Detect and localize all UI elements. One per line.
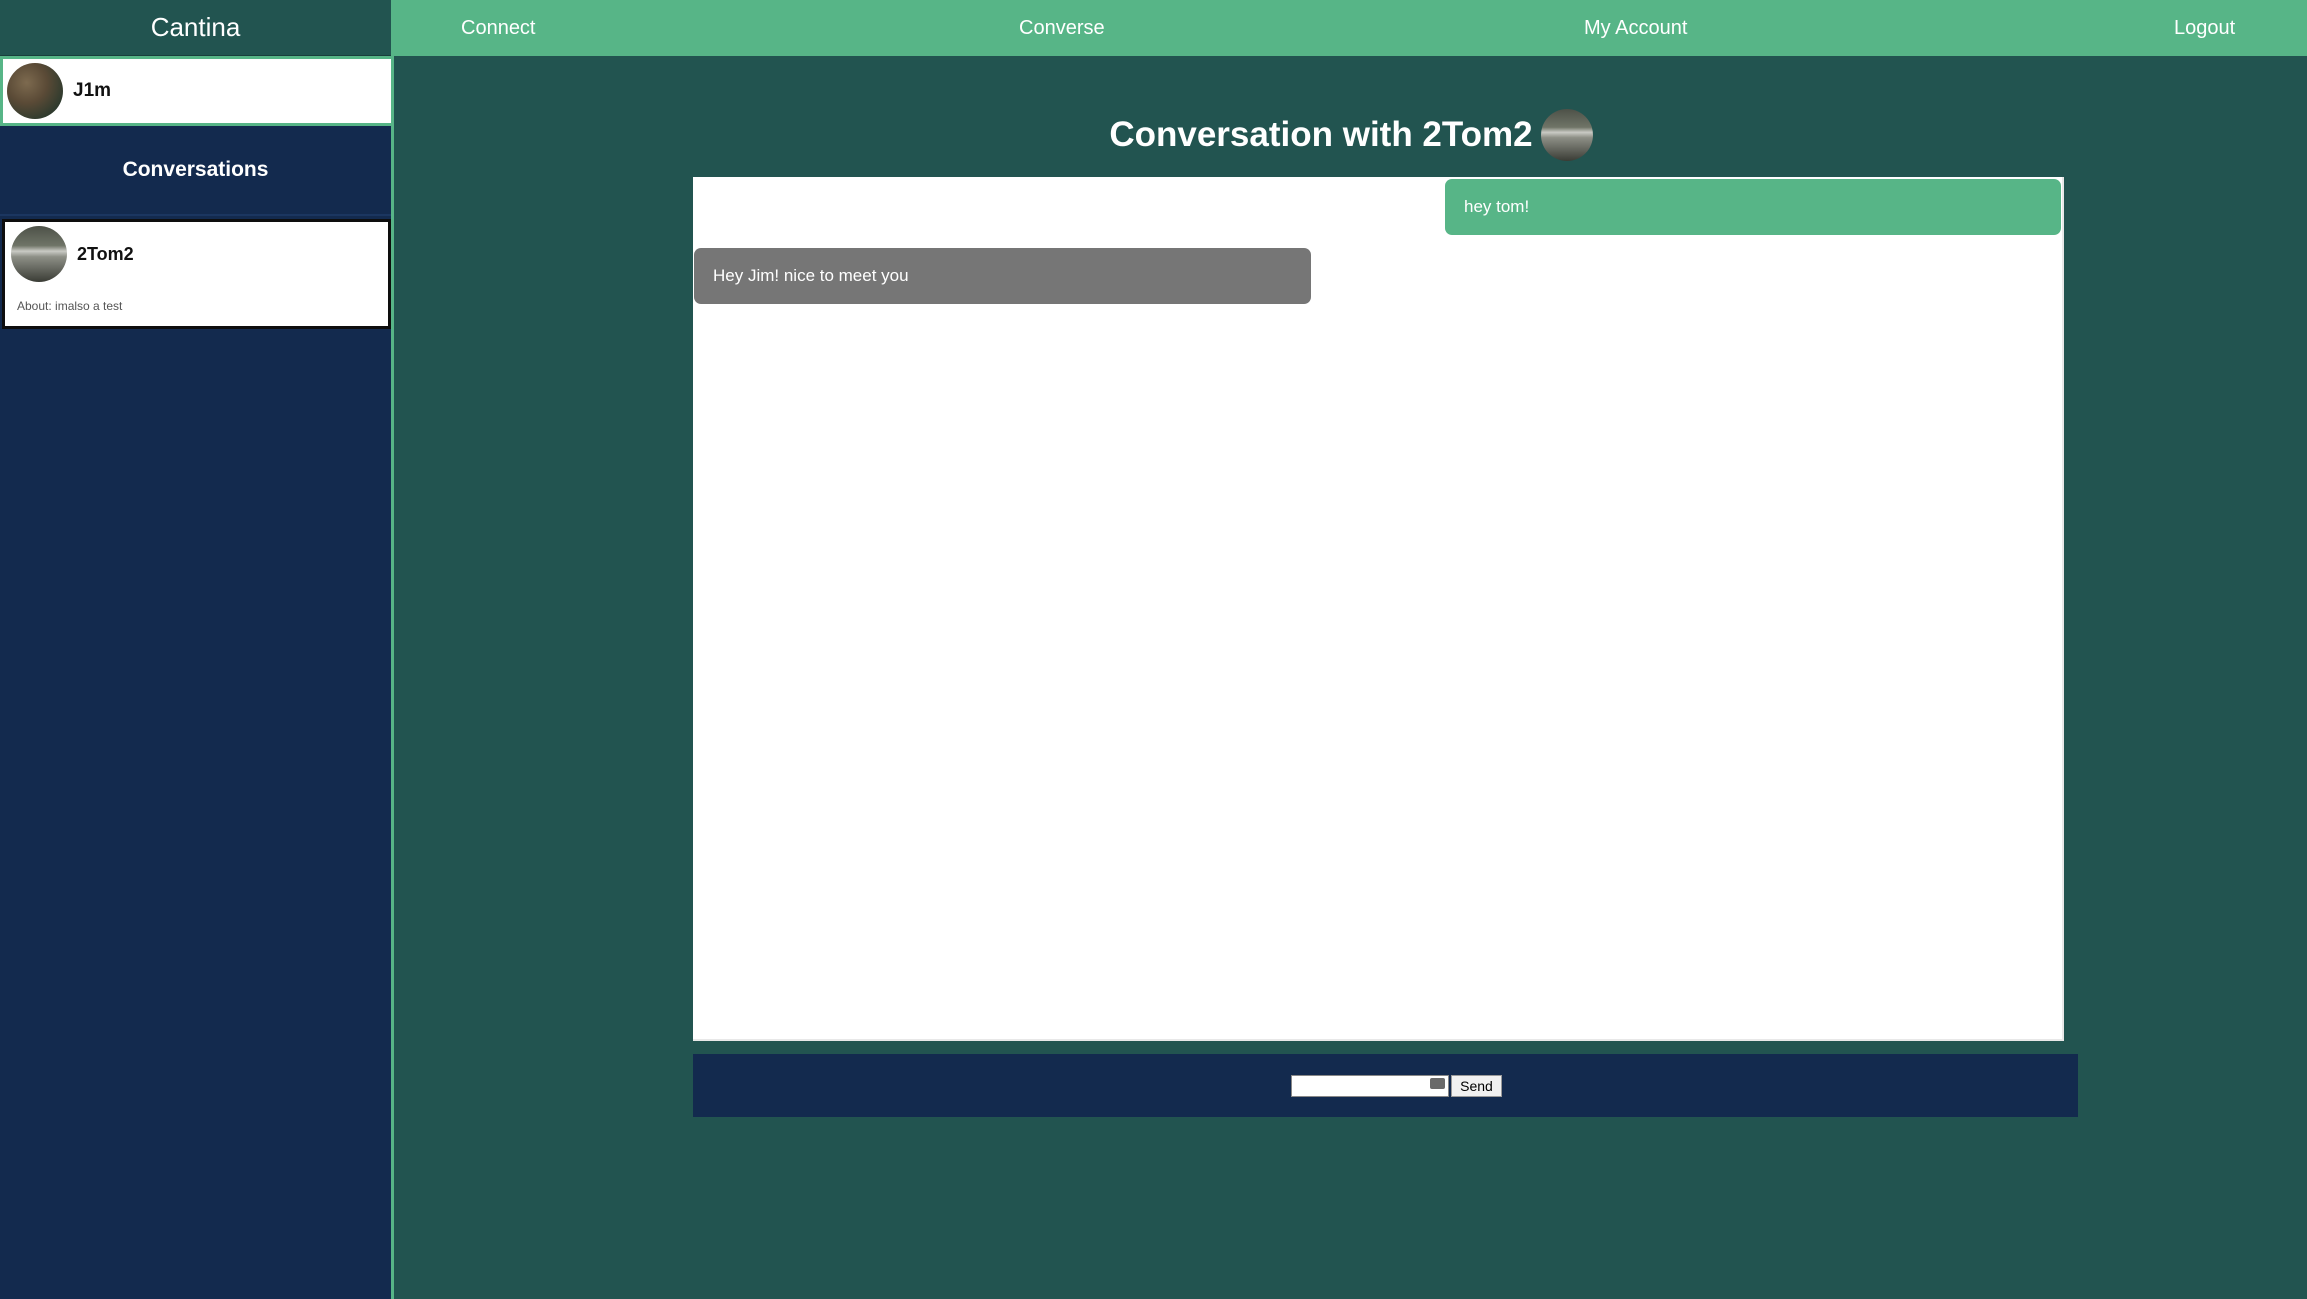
current-user-card[interactable]: J1m (0, 56, 394, 126)
message-input[interactable] (1291, 1074, 1450, 1097)
keyboard-icon (1430, 1077, 1446, 1089)
contact-avatar (1540, 109, 1593, 161)
conversations-header: Conversations (0, 126, 391, 216)
page-title: Conversation with 2Tom2 (1109, 115, 1533, 154)
message-outgoing: hey tom! (1445, 179, 2061, 235)
nav-my-account[interactable]: My Account (1584, 0, 1687, 56)
message-incoming: Hey Jim! nice to meet you (694, 248, 1311, 304)
send-button[interactable]: Send (1451, 1074, 1502, 1097)
nav-converse[interactable]: Converse (1019, 0, 1105, 56)
contact-avatar (11, 226, 67, 282)
conversation-contact-about: About: imalso a test (17, 299, 123, 313)
conversation-title-row: Conversation with 2Tom2 (394, 100, 2307, 170)
current-user-name: J1m (73, 80, 112, 101)
conversation-list-item[interactable]: 2Tom2 About: imalso a test (2, 219, 391, 329)
message-text: Hey Jim! nice to meet you (713, 266, 909, 285)
top-nav: Connect Converse My Account Logout (394, 0, 2307, 56)
conversation-item-header: 2Tom2 (11, 226, 382, 282)
nav-connect[interactable]: Connect (461, 0, 536, 56)
app-brand[interactable]: Cantina (0, 0, 391, 56)
message-list[interactable]: hey tom! Hey Jim! nice to meet you (693, 177, 2064, 1041)
message-text: hey tom! (1464, 197, 1530, 216)
nav-logout[interactable]: Logout (2174, 0, 2235, 56)
user-avatar (7, 63, 63, 119)
conversation-contact-name: 2Tom2 (77, 243, 134, 264)
message-input-wrapper (1291, 1074, 1450, 1097)
message-composer: Send (693, 1054, 2078, 1117)
